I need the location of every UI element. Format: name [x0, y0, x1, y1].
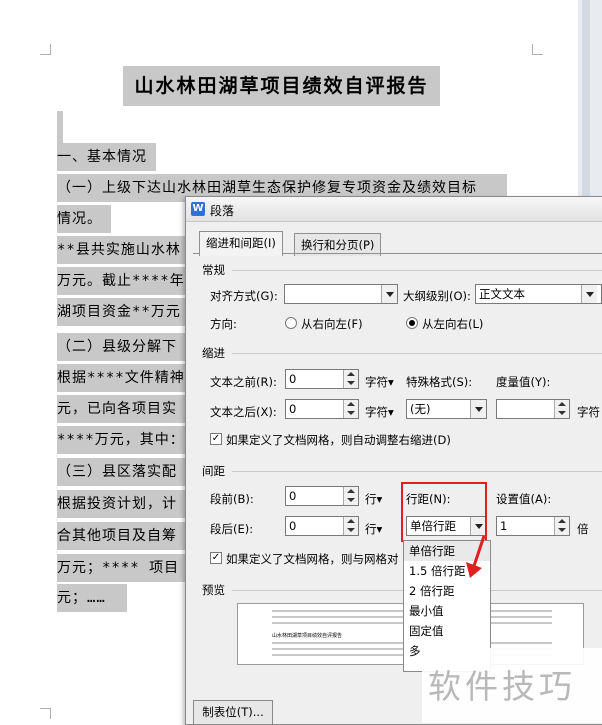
space-before-label: 段前(B): [210, 492, 254, 506]
page-corner-mark [532, 44, 543, 55]
outline-select[interactable]: 正文文本 [475, 284, 602, 304]
doc-line: 一、基本情况 [57, 143, 156, 171]
page-corner-mark [40, 708, 51, 719]
divider [232, 270, 602, 271]
measure-label: 度量值(Y): [496, 375, 551, 389]
doc-line: （三）县区落实配 [57, 458, 185, 486]
dialog-titlebar[interactable]: W 段落 [186, 197, 602, 222]
doc-line: 万元。截止****年 [57, 267, 185, 295]
doc-line: （二）县级分解下 [57, 333, 185, 361]
doc-line: 根据****文件精神 [57, 364, 185, 392]
line-spacing-option[interactable]: 固定值 [404, 621, 490, 641]
doc-line: 元，已向各项目实 [57, 395, 185, 423]
snap-to-grid-label[interactable]: 如果定义了文档网格，则与网格对 [226, 551, 399, 567]
doc-line: 元；…… [57, 584, 127, 612]
divider [232, 471, 602, 472]
align-label: 对齐方式(G): [210, 289, 278, 303]
indent-after-value: 0 [289, 402, 297, 416]
special-format-label: 特殊格式(S): [406, 375, 473, 389]
space-before-input[interactable]: 0 [285, 486, 359, 506]
indent-before-value: 0 [289, 372, 297, 386]
space-before-value: 0 [289, 489, 297, 503]
space-before-unit[interactable]: 行▾ [365, 491, 382, 507]
doc-line: 情况。 [57, 205, 111, 233]
section-general: 常规 [202, 263, 225, 277]
doc-line: **县共实施山水林 [57, 236, 185, 264]
direction-label: 方向: [210, 317, 237, 331]
chevron-down-icon[interactable] [581, 285, 597, 303]
doc-line: 根据投资计划，计 [57, 490, 185, 518]
indent-before-unit[interactable]: 字符▾ [365, 374, 394, 390]
preview-sample-title: 山水林田湖草项目绩效自评报告 [272, 633, 343, 639]
spinner-arrows-icon[interactable] [343, 517, 358, 535]
doc-line: ****万元，其中： [57, 426, 185, 454]
spinner-arrows-icon[interactable] [554, 517, 569, 535]
snap-to-grid-checkbox[interactable]: ✓ [210, 552, 222, 564]
auto-right-indent-checkbox[interactable]: ✓ [210, 433, 222, 445]
space-after-label: 段后(E): [210, 522, 254, 536]
auto-right-indent-label[interactable]: 如果定义了文档网格，则自动调整右缩进(D) [226, 432, 451, 448]
special-format-value: (无) [410, 402, 431, 416]
chevron-down-icon[interactable] [381, 285, 397, 303]
setting-value-input[interactable]: 1 [496, 516, 570, 536]
measure-unit: 字符 [577, 405, 600, 419]
wps-writer-icon: W [191, 202, 205, 216]
annotation-arrow-icon [466, 535, 486, 578]
spinner-arrows-icon[interactable] [343, 400, 358, 418]
setting-value-label: 设置值(A): [496, 492, 552, 506]
divider [232, 353, 602, 354]
spinner-arrows-icon[interactable] [554, 400, 569, 418]
outline-value: 正文文本 [479, 287, 525, 301]
space-after-unit[interactable]: 行▾ [365, 521, 382, 537]
indent-after-label: 文本之后(X): [210, 405, 277, 419]
tab-stops-button[interactable]: 制表位(T)... [193, 700, 273, 725]
doc-gap [57, 111, 63, 143]
rtl-label[interactable]: 从右向左(F) [301, 316, 363, 332]
special-format-select[interactable]: (无) [406, 399, 487, 419]
section-spacing: 间距 [202, 464, 225, 478]
indent-after-unit[interactable]: 字符▾ [365, 404, 394, 420]
outline-label: 大纲级别(O): [403, 289, 471, 303]
page-corner-mark [40, 44, 51, 55]
indent-before-input[interactable]: 0 [285, 369, 359, 389]
line-spacing-option[interactable]: 2 倍行距 [404, 581, 490, 601]
setting-value-unit: 倍 [577, 522, 589, 536]
chevron-down-icon[interactable] [470, 400, 486, 418]
spinner-arrows-icon[interactable] [343, 370, 358, 388]
watermark: 软件技巧 [422, 648, 602, 723]
rtl-radio[interactable] [285, 317, 297, 329]
indent-before-label: 文本之前(R): [210, 375, 277, 389]
doc-line: 合其他项目及自筹 [57, 522, 185, 550]
section-preview: 预览 [202, 583, 225, 597]
line-spacing-option[interactable]: 最小值 [404, 601, 490, 621]
space-after-input[interactable]: 0 [285, 516, 359, 536]
ltr-radio[interactable] [406, 317, 418, 329]
watermark-text: 软件技巧 [428, 667, 576, 706]
space-after-value: 0 [289, 519, 297, 533]
measure-input[interactable] [496, 399, 570, 419]
doc-line: 万元；**** 项目 [57, 554, 185, 582]
dialog-title: 段落 [210, 204, 235, 218]
doc-line: 湖项目资金**万元 [57, 298, 185, 326]
indent-after-input[interactable]: 0 [285, 399, 359, 419]
tab-indent-spacing[interactable]: 缩进和间距(I) [199, 231, 283, 256]
align-select[interactable] [284, 284, 398, 304]
ltr-label[interactable]: 从左向右(L) [422, 316, 483, 332]
setting-value: 1 [500, 519, 508, 533]
section-indent: 缩进 [202, 346, 225, 360]
document-title: 山水林田湖草项目绩效自评报告 [123, 66, 440, 106]
spinner-arrows-icon[interactable] [343, 487, 358, 505]
